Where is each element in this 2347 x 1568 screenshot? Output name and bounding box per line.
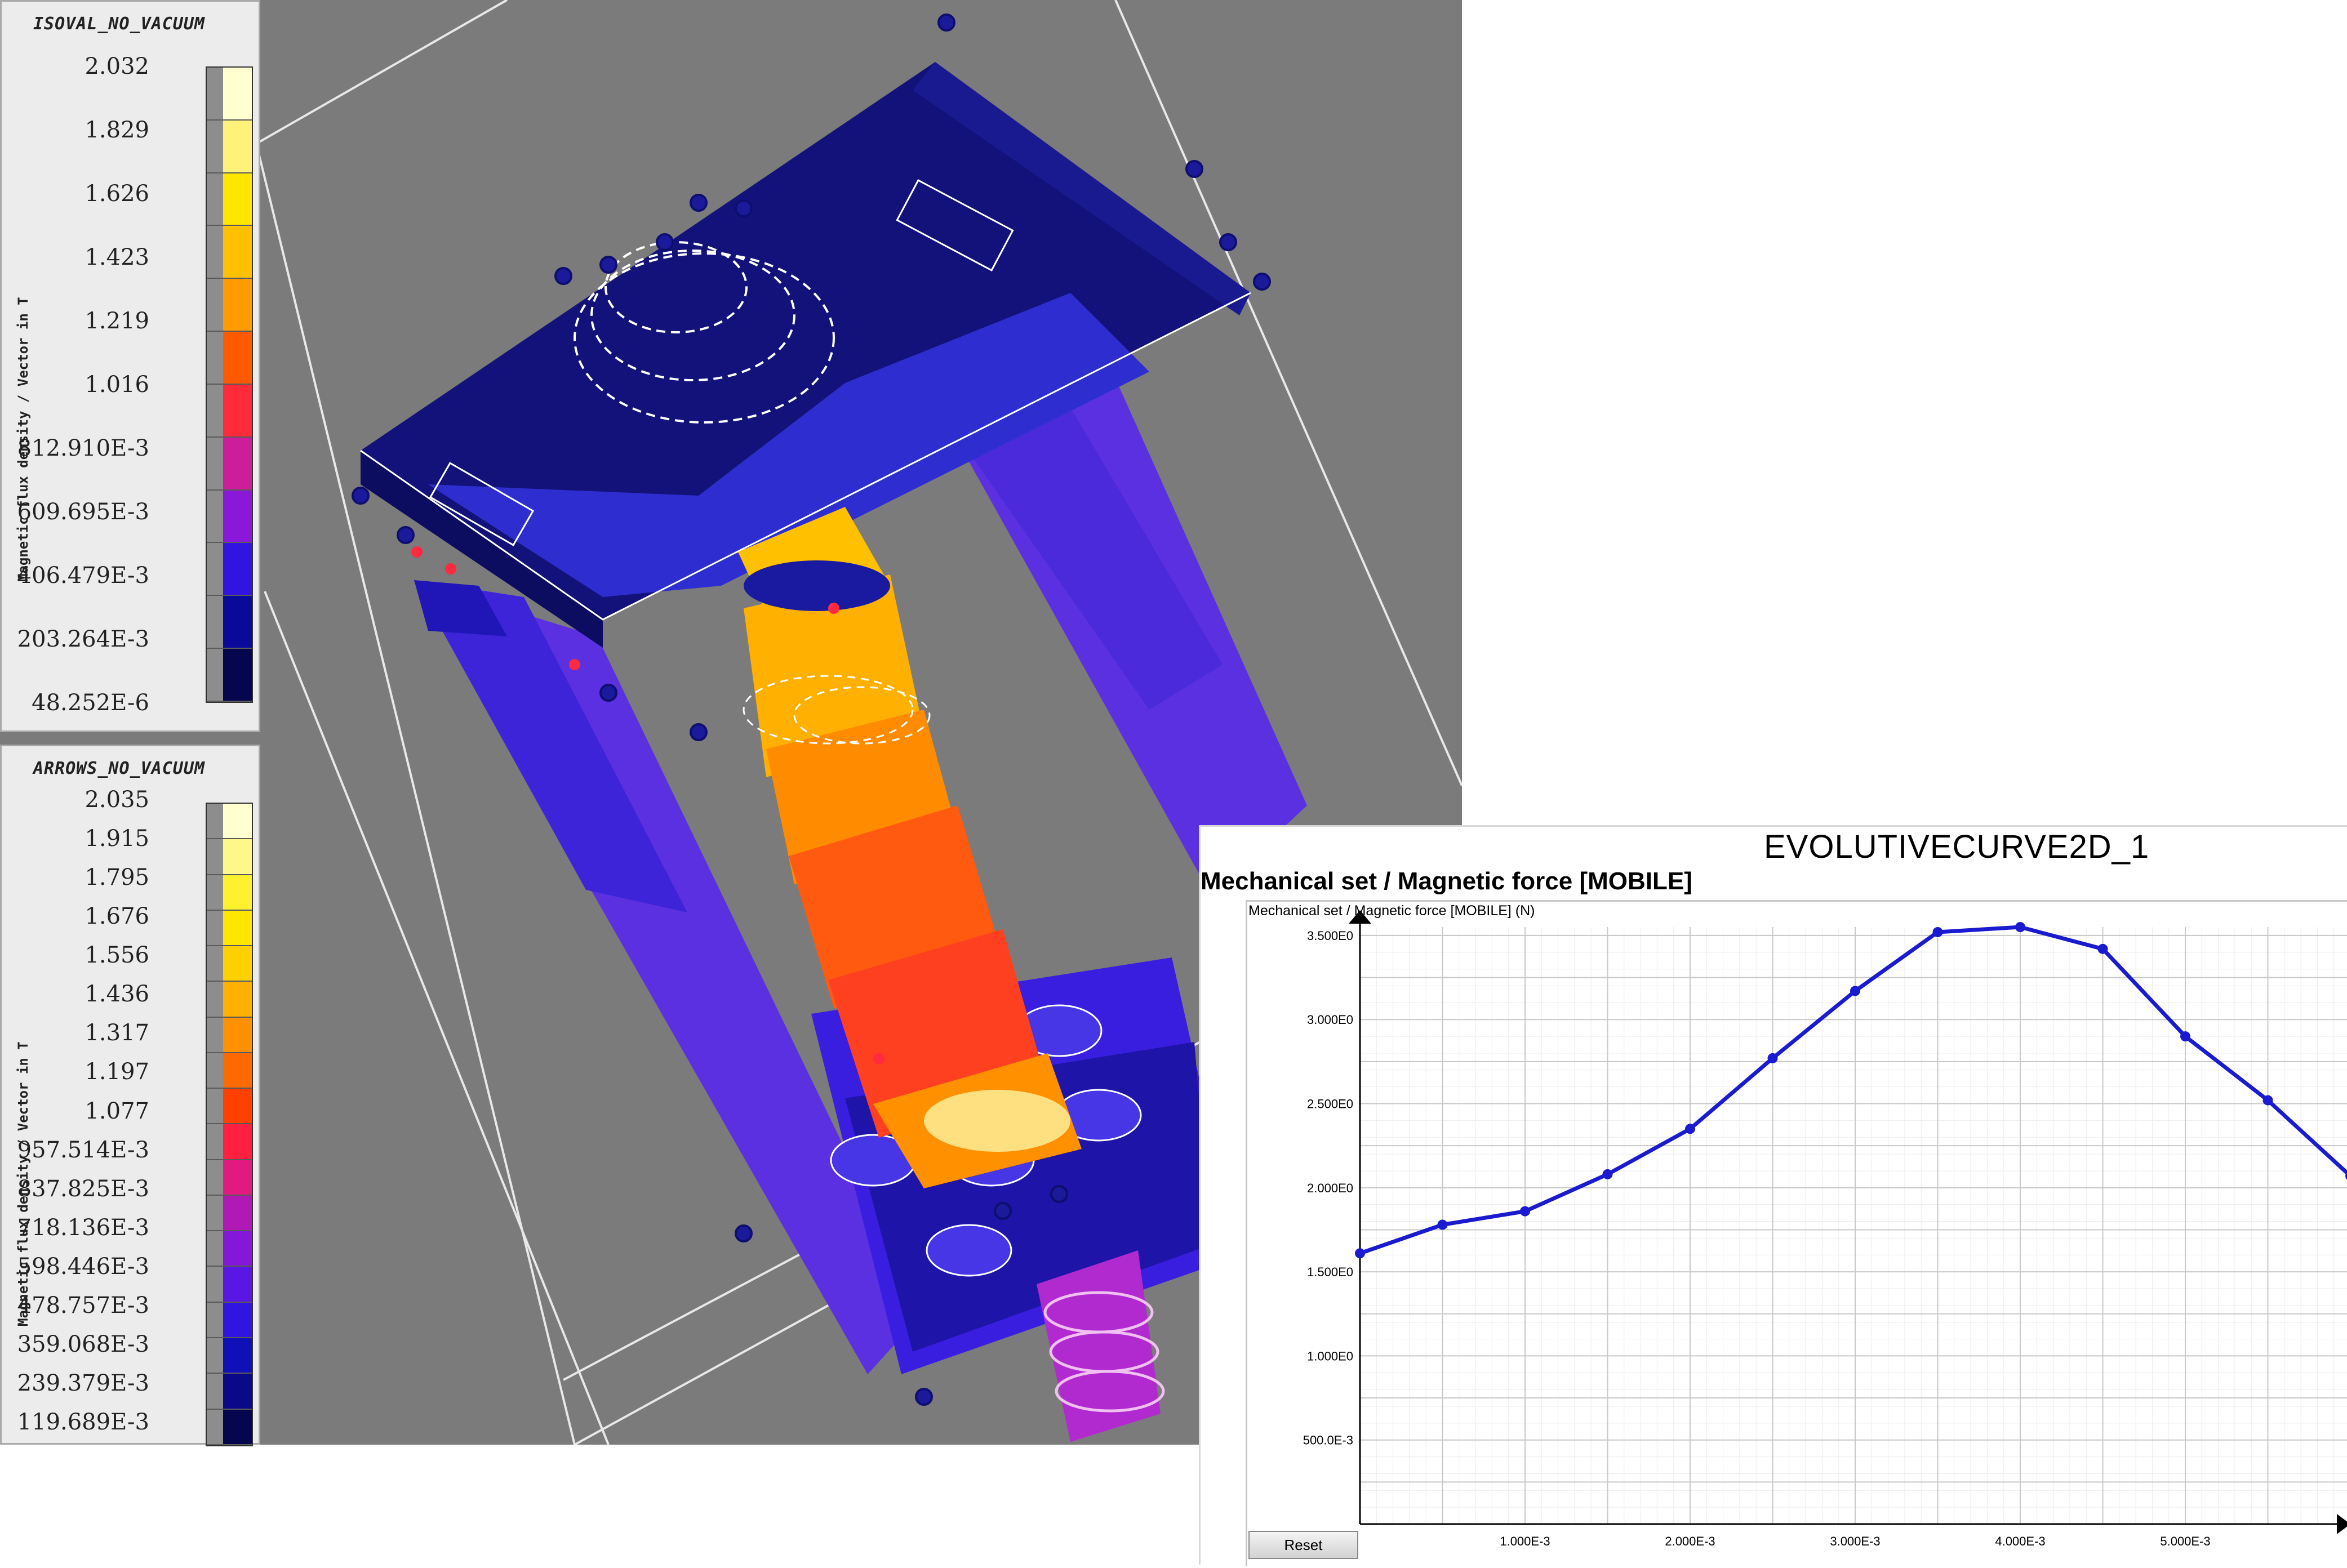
- legend-swatch: [207, 1053, 252, 1089]
- arrows-legend-title: ARROWS_NO_VACUUM: [33, 759, 205, 778]
- legend-value: 957.514E-3: [17, 1137, 149, 1163]
- force-data-point: [2097, 943, 2108, 954]
- legend-swatch: [207, 946, 252, 982]
- legend-swatch: [207, 1124, 252, 1160]
- force-data-point: [2180, 1031, 2190, 1042]
- legend-swatch: [207, 1195, 252, 1232]
- force-data-point: [2262, 1095, 2273, 1106]
- legend-value: 1.915: [85, 826, 149, 852]
- legend-swatch: [207, 120, 252, 173]
- arrows-color-scale: [206, 803, 253, 1446]
- legend-swatch: [207, 982, 252, 1018]
- legend-value: 2.035: [85, 787, 149, 813]
- y-tick-label: 3.500E0: [1307, 929, 1353, 943]
- legend-value: 359.068E-3: [17, 1331, 149, 1357]
- legend-value: 119.689E-3: [17, 1409, 149, 1435]
- y-tick-label: 2.500E0: [1307, 1097, 1353, 1111]
- legend-swatch: [207, 839, 252, 875]
- lower-connector: [1037, 1250, 1161, 1442]
- x-tick-label: 3.000E-3: [1830, 1534, 1880, 1548]
- legend-value: 406.479E-3: [17, 563, 149, 589]
- y-tick-label: 1.500E0: [1307, 1265, 1353, 1279]
- legend-swatch: [207, 226, 252, 279]
- force-data-point: [1602, 1169, 1613, 1179]
- legend-swatch: [207, 1267, 252, 1303]
- legend-swatch: [207, 384, 252, 438]
- legend-value: 598.446E-3: [17, 1253, 149, 1280]
- legend-swatch: [207, 1017, 252, 1053]
- legend-swatch: [207, 910, 252, 947]
- chart-y-axis-title: Mechanical set / Magnetic force [MOBILE]…: [1248, 903, 1535, 919]
- force-data-point: [1685, 1124, 1695, 1134]
- legend-value: 1.626: [85, 181, 149, 207]
- legend-value: 812.910E-3: [17, 435, 149, 461]
- legend-swatch: [207, 649, 252, 702]
- force-data-point: [1355, 1248, 1365, 1259]
- legend-swatch: [207, 1089, 252, 1125]
- legend-swatch: [207, 437, 252, 491]
- reset-button[interactable]: Reset: [1248, 1531, 1358, 1559]
- legend-value: 239.379E-3: [17, 1370, 149, 1396]
- y-tick-label: 500.0E-3: [1303, 1433, 1353, 1447]
- legend-value: 1.556: [85, 942, 149, 969]
- legend-swatch: [207, 490, 252, 544]
- x-axis-arrow-icon: [2337, 1514, 2347, 1534]
- legend-value: 2.032: [85, 54, 149, 79]
- x-tick-label: 2.000E-3: [1665, 1534, 1715, 1548]
- legend-swatch: [207, 1302, 252, 1338]
- force-curve-chart: 500.0E-3 1.000E0 1.500E0 2.000E0 2.500E0 3.00…: [1303, 910, 2347, 1548]
- legend-value: 1.676: [85, 903, 149, 930]
- isoval-legend: ISOVAL_NO_VACUUM Magnetic flux density /…: [0, 0, 260, 732]
- x-tick-label: 5.000E-3: [2160, 1534, 2210, 1548]
- legend-swatch: [207, 1374, 252, 1410]
- legend-value: 478.757E-3: [17, 1292, 149, 1318]
- y-tick-label: 2.000E0: [1307, 1181, 1353, 1195]
- legend-swatch: [207, 543, 252, 596]
- legend-swatch: [207, 875, 252, 911]
- legend-swatch: [207, 1231, 252, 1267]
- isoval-legend-title: ISOVAL_NO_VACUUM: [33, 14, 205, 34]
- legend-value: 1.219: [85, 308, 149, 334]
- x-tick-label: 4.000E-3: [1995, 1534, 2045, 1548]
- arrows-legend: ARROWS_NO_VACUUM Magnetic flux density /…: [0, 745, 260, 1446]
- legend-swatch: [207, 173, 252, 226]
- legend-value: 1.077: [85, 1098, 149, 1124]
- legend-swatch: [207, 1160, 252, 1196]
- legend-value: 609.695E-3: [17, 499, 149, 525]
- force-data-point: [2015, 922, 2025, 932]
- x-tick-label: 1.000E-3: [1500, 1534, 1550, 1548]
- isoval-color-scale: [206, 66, 253, 703]
- chart-subtitle: Mechanical set / Magnetic force [MOBILE]: [1201, 867, 1692, 895]
- legend-value: 1.423: [85, 244, 149, 270]
- legend-value: 718.136E-3: [17, 1214, 149, 1241]
- legend-value: 1.795: [85, 865, 149, 891]
- legend-swatch: [207, 68, 252, 121]
- legend-value: 1.829: [85, 117, 149, 143]
- force-data-point: [1520, 1206, 1530, 1217]
- legend-swatch: [207, 279, 252, 332]
- force-data-point: [1850, 986, 1860, 996]
- force-data-point: [1767, 1053, 1778, 1063]
- legend-value: 203.264E-3: [17, 626, 149, 652]
- y-tick-label: 3.000E0: [1307, 1013, 1353, 1027]
- force-data-point: [1932, 926, 1943, 937]
- legend-swatch: [207, 1409, 252, 1445]
- legend-value: 1.317: [85, 1020, 149, 1046]
- legend-value: 48.252E-6: [32, 690, 149, 716]
- legend-value: 1.197: [85, 1059, 149, 1085]
- legend-swatch: [207, 1338, 252, 1374]
- chart-plot-frame[interactable]: 500.0E-3 1.000E0 1.500E0 2.000E0 2.500E0 3.00…: [1246, 900, 2347, 1566]
- chart-title: EVOLUTIVECURVE2D_1: [1764, 828, 2150, 865]
- legend-value: 837.825E-3: [17, 1175, 149, 1202]
- force-data-point: [1437, 1219, 1448, 1230]
- y-tick-label: 1.000E0: [1307, 1349, 1353, 1363]
- legend-value: 1.436: [85, 981, 149, 1008]
- legend-swatch: [207, 332, 252, 385]
- legend-swatch: [207, 804, 252, 840]
- legend-swatch: [207, 596, 252, 649]
- legend-value: 1.016: [85, 372, 149, 398]
- evolutive-curve-window: EVOLUTIVECURVE2D_1 Mechanical set / Magn…: [1199, 825, 2347, 1566]
